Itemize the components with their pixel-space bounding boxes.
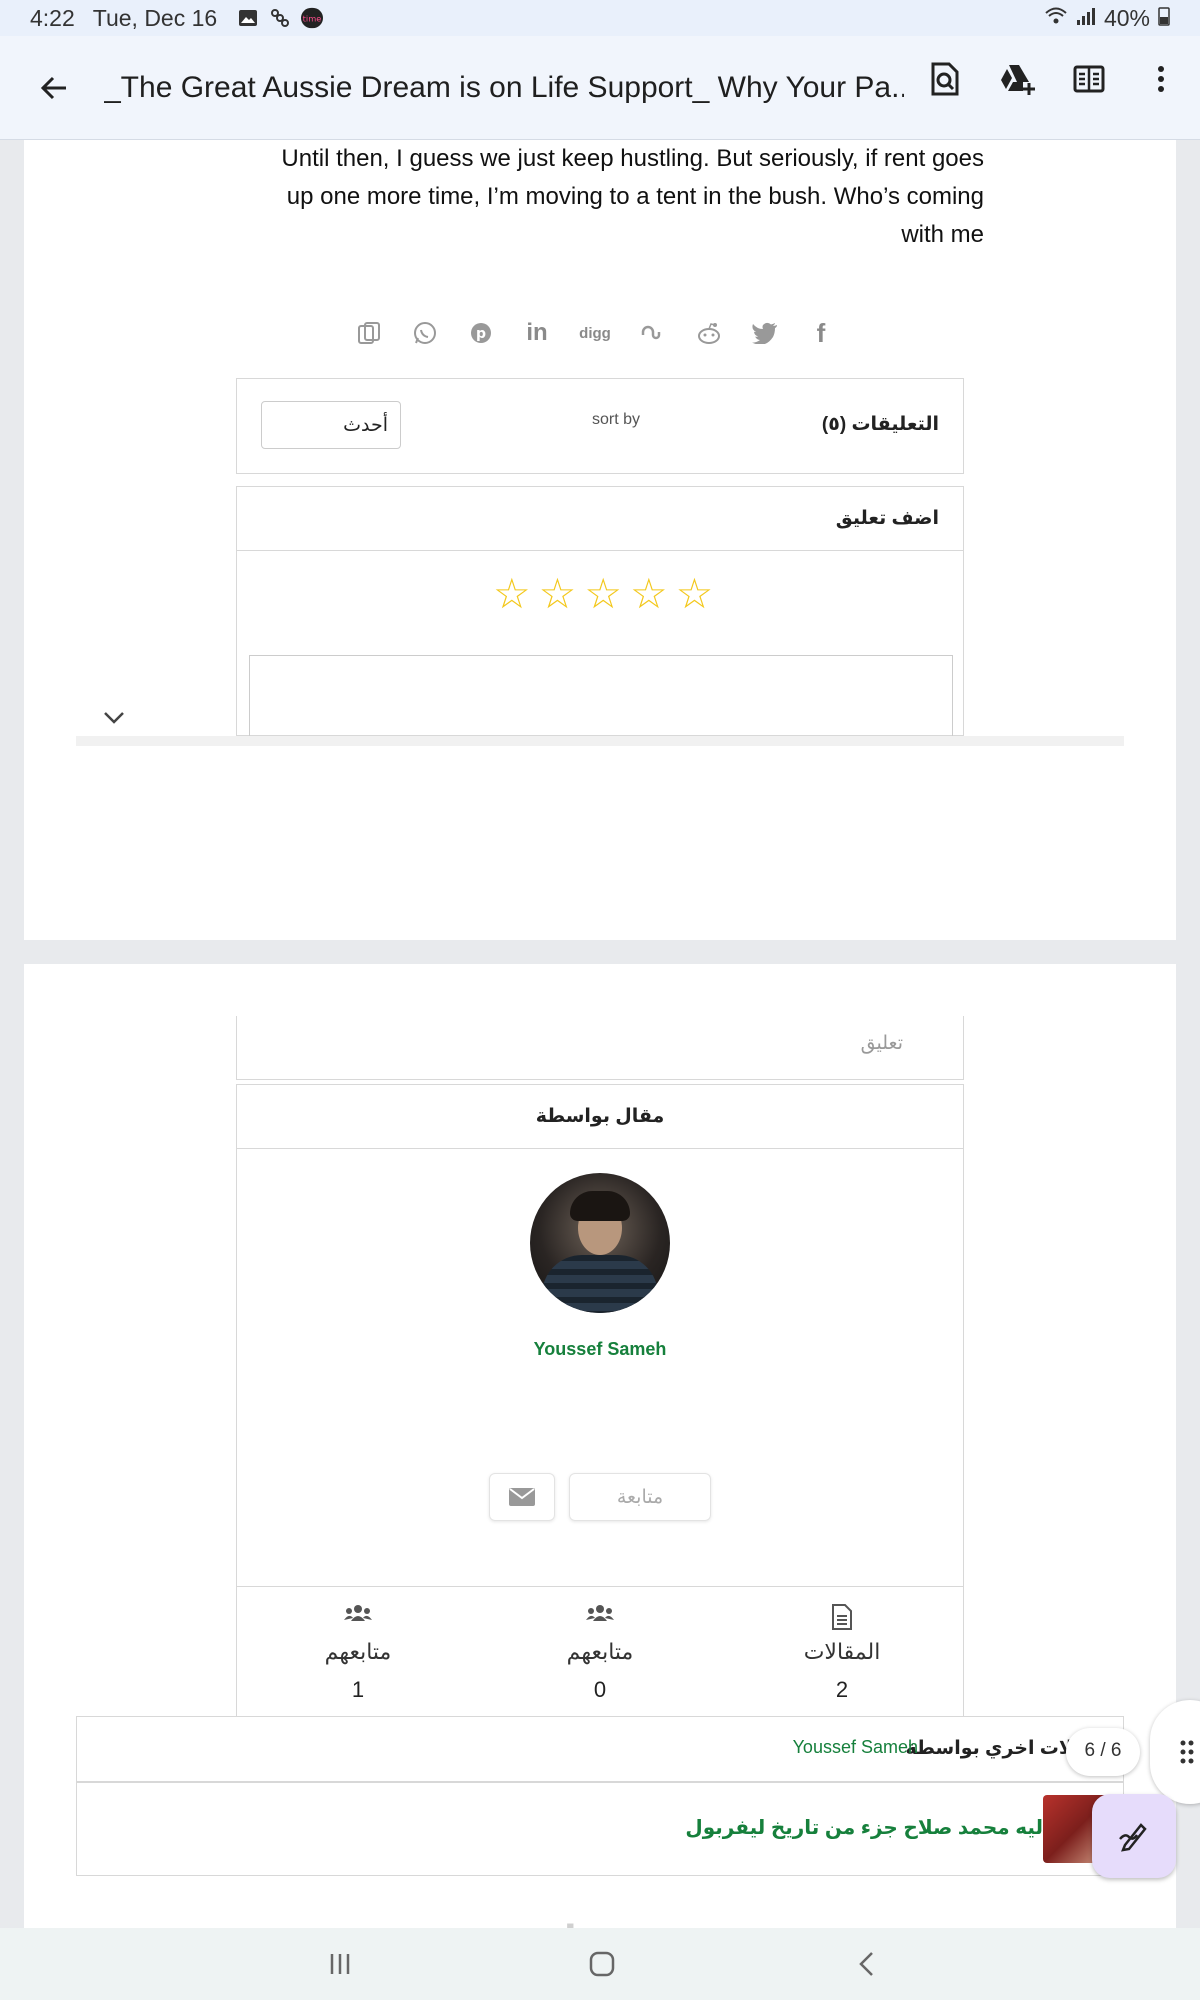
status-bar: 4:22 Tue, Dec 16 time 40% — [0, 0, 1200, 36]
back-icon[interactable] — [844, 1942, 888, 1986]
star-icon[interactable]: ☆ — [493, 569, 531, 618]
pdf-page-1: Until then, I guess we just keep hustlin… — [24, 140, 1176, 940]
comment-placeholder: تعليق — [860, 1033, 903, 1054]
comment-textarea[interactable] — [249, 655, 953, 737]
drag-handle-icon — [1180, 1740, 1194, 1764]
linkedin-icon[interactable]: in — [522, 318, 552, 348]
battery-text: 40% — [1103, 4, 1150, 31]
users-icon — [479, 1603, 721, 1631]
system-nav-bar — [0, 1928, 1200, 2000]
stat-value: 2 — [835, 1677, 849, 1702]
envelope-icon — [509, 1488, 535, 1506]
pinterest-icon[interactable]: p — [466, 318, 496, 348]
star-icon[interactable]: ☆ — [584, 569, 622, 618]
stat-label: المقالات — [803, 1639, 881, 1664]
author-avatar[interactable] — [530, 1173, 670, 1313]
article-link[interactable]: ليه محمد صلاح جزء من تاريخ ليفربول — [685, 1815, 1043, 1840]
add-comment-heading: اضف تعليق — [237, 487, 963, 551]
comments-header: التعليقات (٥) sort by أحدث — [236, 378, 964, 474]
home-icon[interactable] — [580, 1942, 624, 1986]
add-comment-box: اضف تعليق ☆ ☆ ☆ ☆ ☆ — [236, 486, 964, 737]
more-articles-title: لات اخري بواسطة — [905, 1738, 1073, 1759]
app-bar-actions — [920, 54, 1186, 104]
pinwheel-icon — [269, 7, 291, 29]
chevron-down-icon[interactable] — [102, 710, 132, 734]
more-articles-header: لات اخري بواسطة Youssef Sameh — [76, 1716, 1124, 1782]
document-icon — [721, 1603, 963, 1631]
more-options-icon[interactable] — [1136, 54, 1186, 104]
annotate-fab[interactable] — [1092, 1794, 1176, 1878]
signal-icon — [1076, 5, 1096, 32]
message-button[interactable] — [489, 1473, 555, 1521]
more-articles-author[interactable]: Youssef Sameh — [793, 1737, 918, 1758]
pen-icon — [1119, 1823, 1147, 1852]
status-time: 4:22 — [30, 4, 75, 31]
stat-followers[interactable]: متابعهم 1 — [237, 1587, 479, 1721]
article-paragraph: Until then, I guess we just keep hustlin… — [281, 145, 984, 248]
status-date: Tue, Dec 16 — [92, 4, 218, 31]
battery-icon — [1158, 5, 1170, 32]
facebook-icon[interactable]: f — [806, 318, 836, 348]
share-icons: p in digg f — [354, 318, 836, 348]
wifi-icon — [1044, 5, 1068, 32]
svg-text:time: time — [303, 14, 322, 24]
stat-label: متابعهم — [324, 1639, 392, 1664]
gallery-icon — [237, 7, 259, 29]
sort-by-label: sort by — [592, 411, 641, 428]
whatsapp-icon[interactable] — [410, 318, 440, 348]
reddit-icon[interactable] — [694, 318, 724, 348]
stat-value: 0 — [593, 1677, 607, 1702]
stat-value: 1 — [351, 1677, 365, 1702]
app-bar: _The Great Aussie Dream is on Life Suppo… — [0, 36, 1200, 140]
users-icon — [237, 1603, 479, 1631]
side-handle[interactable] — [1150, 1700, 1200, 1804]
svg-text:p: p — [476, 326, 486, 342]
star-icon[interactable]: ☆ — [630, 569, 668, 618]
horizontal-scrollbar[interactable] — [76, 736, 1124, 746]
stat-articles[interactable]: المقالات 2 — [721, 1587, 963, 1721]
back-arrow-icon[interactable] — [24, 58, 84, 118]
comment-textarea-continued[interactable]: تعليق — [236, 1016, 964, 1080]
stat-following[interactable]: متابعهم 0 — [479, 1587, 721, 1721]
rating-stars: ☆ ☆ ☆ ☆ ☆ — [493, 569, 713, 618]
reading-mode-icon[interactable] — [1064, 54, 1114, 104]
add-to-drive-icon[interactable] — [992, 54, 1042, 104]
copy-icon[interactable] — [354, 318, 384, 348]
follow-button[interactable]: متابعة — [569, 1473, 711, 1521]
comments-count: التعليقات (٥) — [821, 414, 939, 435]
time-app-icon: time — [301, 7, 324, 29]
find-in-document-icon[interactable] — [920, 54, 970, 104]
digg-icon[interactable]: digg — [578, 318, 612, 348]
byline-heading: مقال بواسطة — [236, 1084, 964, 1150]
status-right: 40% — [1044, 5, 1170, 32]
recent-apps-icon[interactable] — [318, 1942, 362, 1986]
author-name[interactable]: Youssef Sameh — [237, 1339, 963, 1360]
article-list-item[interactable]: ليه محمد صلاح جزء من تاريخ ليفربول — [76, 1782, 1124, 1876]
star-icon[interactable]: ☆ — [539, 569, 577, 618]
page-indicator: 6 / 6 — [1066, 1728, 1140, 1776]
author-stats: المقالات 2 متابعهم 0 متابعهم 1 — [236, 1586, 964, 1722]
sort-select[interactable]: أحدث — [261, 401, 401, 449]
stat-label: متابعهم — [566, 1639, 634, 1664]
pdf-page-2: تعليق مقال بواسطة Youssef Sameh متابعة ا… — [24, 964, 1176, 1964]
star-icon[interactable]: ☆ — [676, 569, 714, 618]
author-card: Youssef Sameh متابعة — [236, 1148, 964, 1588]
document-title: _The Great Aussie Dream is on Life Suppo… — [104, 70, 904, 104]
stumbleupon-icon[interactable] — [638, 318, 668, 348]
twitter-icon[interactable] — [750, 318, 780, 348]
